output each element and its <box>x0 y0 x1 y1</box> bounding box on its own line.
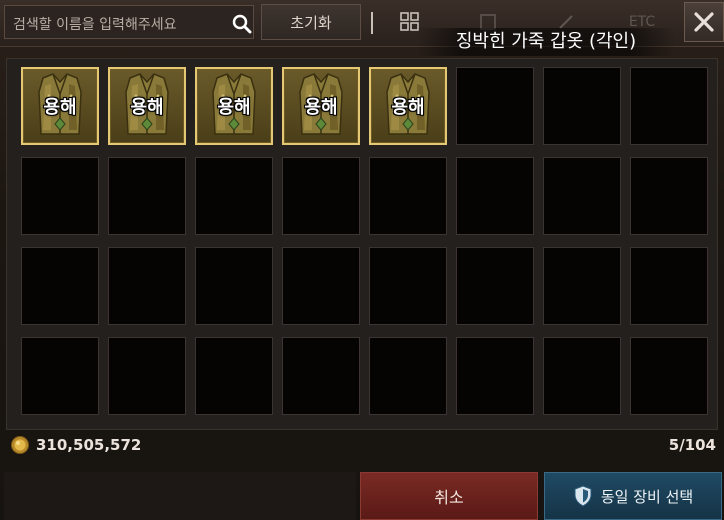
search-placeholder: 검색할 이름을 입력해주세요 <box>13 17 177 33</box>
inventory-slot[interactable] <box>369 157 447 235</box>
coin-icon <box>11 436 29 454</box>
inventory-slot[interactable]: 용해 <box>369 67 447 145</box>
inventory-slot[interactable] <box>108 247 186 325</box>
inventory-slot[interactable] <box>456 247 534 325</box>
close-icon <box>694 12 714 32</box>
shield-icon <box>574 485 592 507</box>
inventory-slot[interactable] <box>21 337 99 415</box>
inventory-slot[interactable] <box>195 337 273 415</box>
slot-status-label: 용해 <box>130 97 164 118</box>
inventory-slot[interactable] <box>543 337 621 415</box>
inventory-slot[interactable] <box>282 157 360 235</box>
slot-count: 5/104 <box>668 436 716 454</box>
inventory-slot[interactable] <box>630 67 708 145</box>
inventory-panel: 용해 용해 용해 용해 용해 <box>6 58 718 430</box>
inventory-slot[interactable] <box>543 247 621 325</box>
inventory-slot[interactable] <box>108 337 186 415</box>
inventory-slot[interactable] <box>630 247 708 325</box>
slot-status-label: 용해 <box>43 97 77 118</box>
inventory-slot[interactable] <box>195 157 273 235</box>
inventory-slot[interactable] <box>543 157 621 235</box>
inventory-slot[interactable] <box>456 67 534 145</box>
slot-status-label: 용해 <box>304 97 338 118</box>
currency-display: 310,505,572 <box>10 434 141 456</box>
inventory-slot[interactable] <box>21 157 99 235</box>
confirm-label: 동일 장비 선택 <box>600 487 694 506</box>
inventory-grid: 용해 용해 용해 용해 용해 <box>21 67 708 415</box>
slot-status-label: 용해 <box>217 97 251 118</box>
inventory-slot[interactable] <box>21 247 99 325</box>
inventory-slot[interactable] <box>456 337 534 415</box>
inventory-slot[interactable] <box>630 337 708 415</box>
item-title: 징박힌 가죽 갑옷 (각인) <box>416 28 676 56</box>
reset-button[interactable]: 초기화 <box>261 4 361 40</box>
select-same-equipment-button[interactable]: 동일 장비 선택 <box>544 472 722 520</box>
disassemble-window: 검색할 이름을 입력해주세요 초기화 ETC 징박힌 가죽 갑옷 (각인) 용해… <box>0 0 724 520</box>
close-button[interactable] <box>684 2 724 42</box>
tab-divider <box>371 12 373 34</box>
inventory-slot[interactable] <box>630 157 708 235</box>
inventory-slot[interactable] <box>456 157 534 235</box>
inventory-slot[interactable] <box>282 337 360 415</box>
inventory-slot[interactable] <box>369 247 447 325</box>
inventory-slot[interactable] <box>195 247 273 325</box>
footer-spacer <box>4 472 356 520</box>
inventory-slot[interactable]: 용해 <box>21 67 99 145</box>
search-icon[interactable] <box>231 13 253 35</box>
inventory-slot[interactable]: 용해 <box>195 67 273 145</box>
inventory-slot[interactable] <box>543 67 621 145</box>
inventory-slot[interactable] <box>108 157 186 235</box>
inventory-slot[interactable]: 용해 <box>108 67 186 145</box>
inventory-slot[interactable] <box>369 337 447 415</box>
slot-status-label: 용해 <box>391 97 425 118</box>
cancel-button[interactable]: 취소 <box>360 472 538 520</box>
inventory-slot[interactable]: 용해 <box>282 67 360 145</box>
currency-amount: 310,505,572 <box>36 436 142 454</box>
search-input[interactable]: 검색할 이름을 입력해주세요 <box>4 5 254 39</box>
inventory-slot[interactable] <box>282 247 360 325</box>
